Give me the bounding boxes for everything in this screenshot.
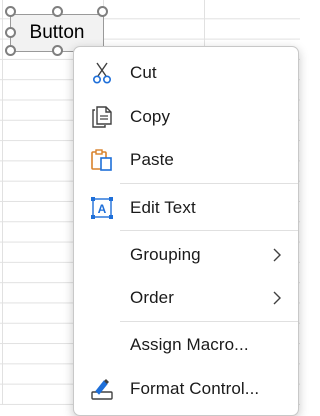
- chevron-right-icon: [270, 247, 284, 263]
- menu-item-format-control-label: Format Control...: [130, 379, 260, 398]
- menu-separator: [120, 321, 298, 322]
- menu-item-assign-macro[interactable]: Assign Macro...: [74, 325, 298, 365]
- menu-item-grouping[interactable]: Grouping: [74, 235, 298, 275]
- menu-item-order[interactable]: Order: [74, 278, 298, 318]
- menu-item-edit-text-label: Edit Text: [130, 198, 196, 217]
- resize-handle-middle-left[interactable]: [5, 27, 16, 38]
- resize-handle-bottom-left[interactable]: [5, 45, 16, 56]
- menu-item-paste-label: Paste: [130, 150, 174, 169]
- menu-separator: [120, 230, 298, 231]
- menu-separator: [120, 183, 298, 184]
- menu-item-cut-label: Cut: [130, 63, 157, 82]
- paste-icon: [90, 148, 114, 172]
- edit-text-icon: A: [90, 196, 114, 220]
- format-control-icon: [90, 377, 114, 401]
- copy-icon: [90, 105, 114, 129]
- scissors-icon: [90, 61, 114, 85]
- menu-item-assign-macro-label: Assign Macro...: [130, 335, 249, 354]
- menu-item-edit-text[interactable]: A Edit Text: [74, 188, 298, 228]
- resize-handle-top-middle[interactable]: [52, 6, 63, 17]
- menu-item-grouping-label: Grouping: [130, 245, 201, 264]
- menu-item-paste[interactable]: Paste: [74, 140, 298, 180]
- menu-item-copy-label: Copy: [130, 107, 171, 126]
- chevron-right-icon: [270, 290, 284, 306]
- sheet-form-button-label: Button: [29, 22, 85, 43]
- svg-text:A: A: [98, 202, 107, 216]
- menu-item-order-label: Order: [130, 288, 174, 307]
- context-menu: Cut Copy Paste A Edit Text Grouping Orde…: [73, 46, 299, 416]
- menu-item-format-control[interactable]: Format Control...: [74, 369, 298, 409]
- resize-handle-top-right[interactable]: [97, 6, 108, 17]
- menu-item-copy[interactable]: Copy: [74, 97, 298, 137]
- menu-item-cut[interactable]: Cut: [74, 53, 298, 93]
- resize-handle-bottom-middle[interactable]: [52, 45, 63, 56]
- resize-handle-top-left[interactable]: [5, 6, 16, 17]
